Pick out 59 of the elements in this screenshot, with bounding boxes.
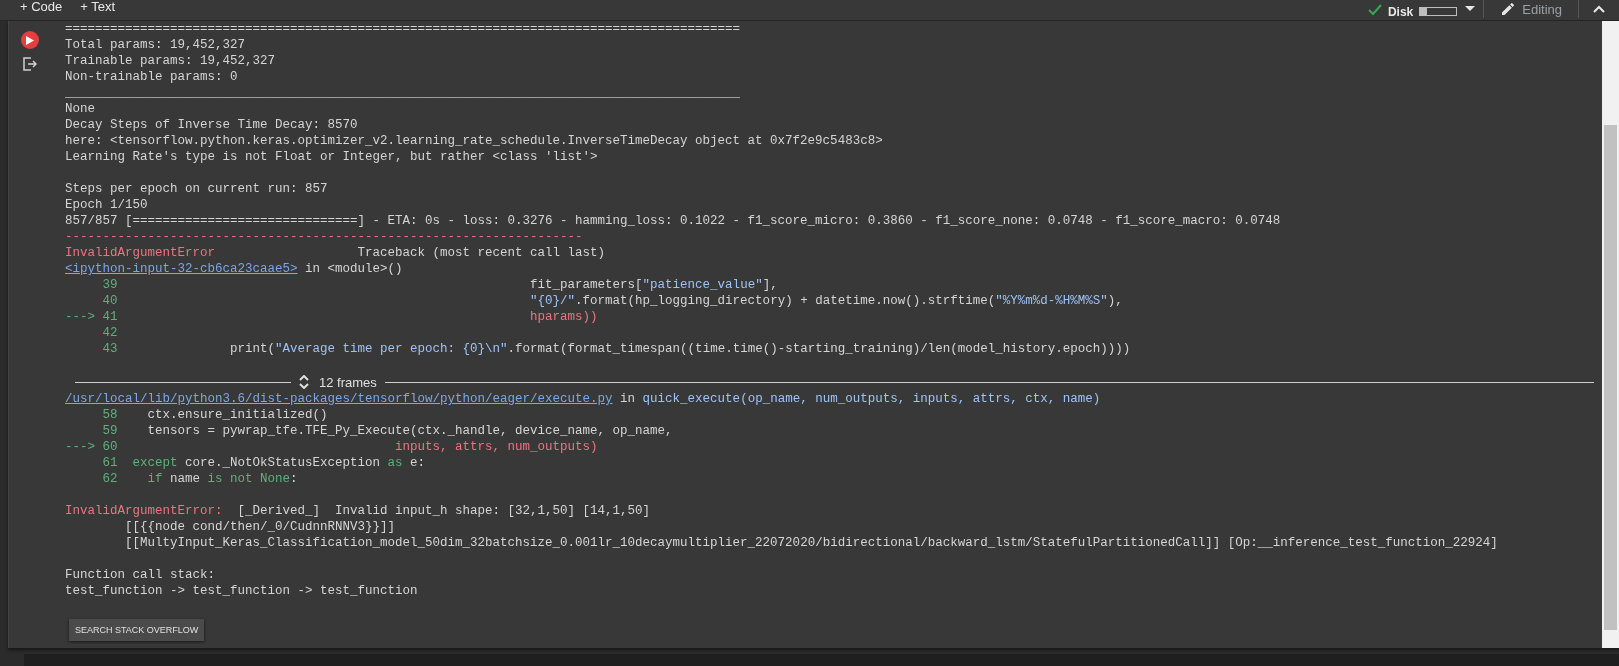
output-icon[interactable] bbox=[23, 57, 37, 71]
code-line: hparams)) bbox=[530, 309, 598, 325]
line-number: 43 bbox=[102, 341, 118, 357]
file-link[interactable]: <ipython-input-32-cb6ca23caae5> bbox=[65, 262, 298, 276]
code-line: inputs, attrs, num_outputs) bbox=[395, 439, 598, 455]
output-line: --------------------------------------------------------------------- bbox=[65, 229, 583, 245]
line-number: 40 bbox=[102, 293, 118, 309]
code-line: "{0}/".format(hp_logging_directory) + datetime.now().strftime("%Y%m%d-%H%M%S"), bbox=[530, 293, 1123, 309]
current-line-marker: ---> bbox=[65, 439, 95, 455]
output-line: Function call stack: bbox=[65, 567, 216, 583]
code-line: fit_parameters["patience_value"], bbox=[530, 277, 778, 293]
disk-meter bbox=[1419, 7, 1458, 16]
output-line: test_function -> test_function -> test_function bbox=[65, 583, 418, 599]
code-line: tensors = pywrap_tfe.TFE_Py_Execute(ctx._handle, device_name, op_name, bbox=[147, 423, 673, 439]
play-icon bbox=[26, 35, 34, 45]
caret-down-icon bbox=[1465, 6, 1476, 12]
expand-frames-button[interactable]: 12 frames bbox=[291, 373, 385, 391]
scrollbar[interactable] bbox=[1602, 21, 1619, 648]
editing-button[interactable]: Editing bbox=[1492, 0, 1570, 18]
output-line: <ipython-input-32-cb6ca23caae5> in <module>() bbox=[65, 261, 403, 277]
output-line: __________________________________________________________________________________________ bbox=[65, 85, 741, 101]
expand-icon bbox=[299, 375, 309, 389]
line-number: 39 bbox=[102, 277, 118, 293]
output-line: Non-trainable params: 0 bbox=[65, 69, 238, 85]
pencil-icon bbox=[1500, 1, 1517, 17]
line-number: 59 bbox=[102, 423, 118, 439]
line-number: 62 bbox=[102, 471, 118, 487]
output-line: ========================================================================================== bbox=[65, 21, 741, 37]
output-line: Total params: 19,452,327 bbox=[65, 37, 246, 53]
line-number: 61 bbox=[102, 455, 118, 471]
code-line: if name is not None: bbox=[147, 471, 298, 487]
output-line: [[{{node cond/then/_0/CudnnRNNV3}}]] bbox=[125, 519, 396, 535]
output-line: Epoch 1/150 bbox=[65, 197, 148, 213]
output-line: Learning Rate's type is not Float or Integer, but rather <class 'list'> bbox=[65, 149, 598, 165]
output-line: Trainable params: 19,452,327 bbox=[65, 53, 276, 69]
add-cell-button[interactable]: + Text bbox=[74, 0, 122, 14]
output-line: InvalidArgumentError Traceback (most recent call last) bbox=[65, 245, 606, 261]
line-number: 41 bbox=[102, 309, 118, 325]
line-number: 60 bbox=[102, 439, 118, 455]
output-line: Steps per epoch on current run: 857 bbox=[65, 181, 328, 197]
line-number: 42 bbox=[102, 325, 118, 341]
output-line: Decay Steps of Inverse Time Decay: 8570 bbox=[65, 117, 358, 133]
code-line: print("Average time per epoch: {0}\n".format(format_timespan((time.time()-starting_training)/len(model_history.epoch)))) bbox=[230, 341, 1131, 357]
output-line: 857/857 [==============================] - ETA: 0s - loss: 0.3276 - hamming_loss: 0.1022 - f1_score_micro: 0.3860 - f1_score_none: 0.0748 - f1_score_macro: 0.0748 bbox=[65, 213, 1281, 229]
caret-up-icon bbox=[1593, 5, 1605, 13]
output-line: None bbox=[65, 101, 95, 117]
file-link[interactable]: /usr/local/lib/python3.6/dist-packages/tensorflow/python/eager/execute.py bbox=[65, 392, 613, 406]
output-line: [[MultyInput_Keras_Classification_model_50dim_32batchsize_0.001lr_10decaymultiplier_22072020/bidirectional/backward_lstm/StatefulPartitionedCall]] [Op:__inference_test_function_22924] bbox=[125, 535, 1498, 551]
disk-label: Disk bbox=[1387, 5, 1414, 19]
run-button[interactable] bbox=[21, 31, 39, 49]
code-line: ctx.ensure_initialized() bbox=[147, 407, 328, 423]
code-line: except core._NotOkStatusException as e: bbox=[132, 455, 426, 471]
output-line: InvalidArgumentError: [_Derived_] Invalid input_h shape: [32,1,50] [14,1,50] bbox=[65, 503, 651, 519]
current-line-marker: ---> bbox=[65, 309, 95, 325]
search-stack-overflow-button[interactable]: SEARCH STACK OVERFLOW bbox=[69, 619, 205, 641]
output-line: here: <tensorflow.python.keras.optimizer_v2.learning_rate_schedule.InverseTimeDecay object at 0x7f2e9c5483c8> bbox=[65, 133, 883, 149]
add-cell-button[interactable]: + Code bbox=[14, 0, 69, 14]
line-number: 58 bbox=[102, 407, 118, 423]
output-line: /usr/local/lib/python3.6/dist-packages/tensorflow/python/eager/execute.py in quick_execute(op_name, num_outputs, inputs, attrs, ctx, name) bbox=[65, 391, 1101, 407]
